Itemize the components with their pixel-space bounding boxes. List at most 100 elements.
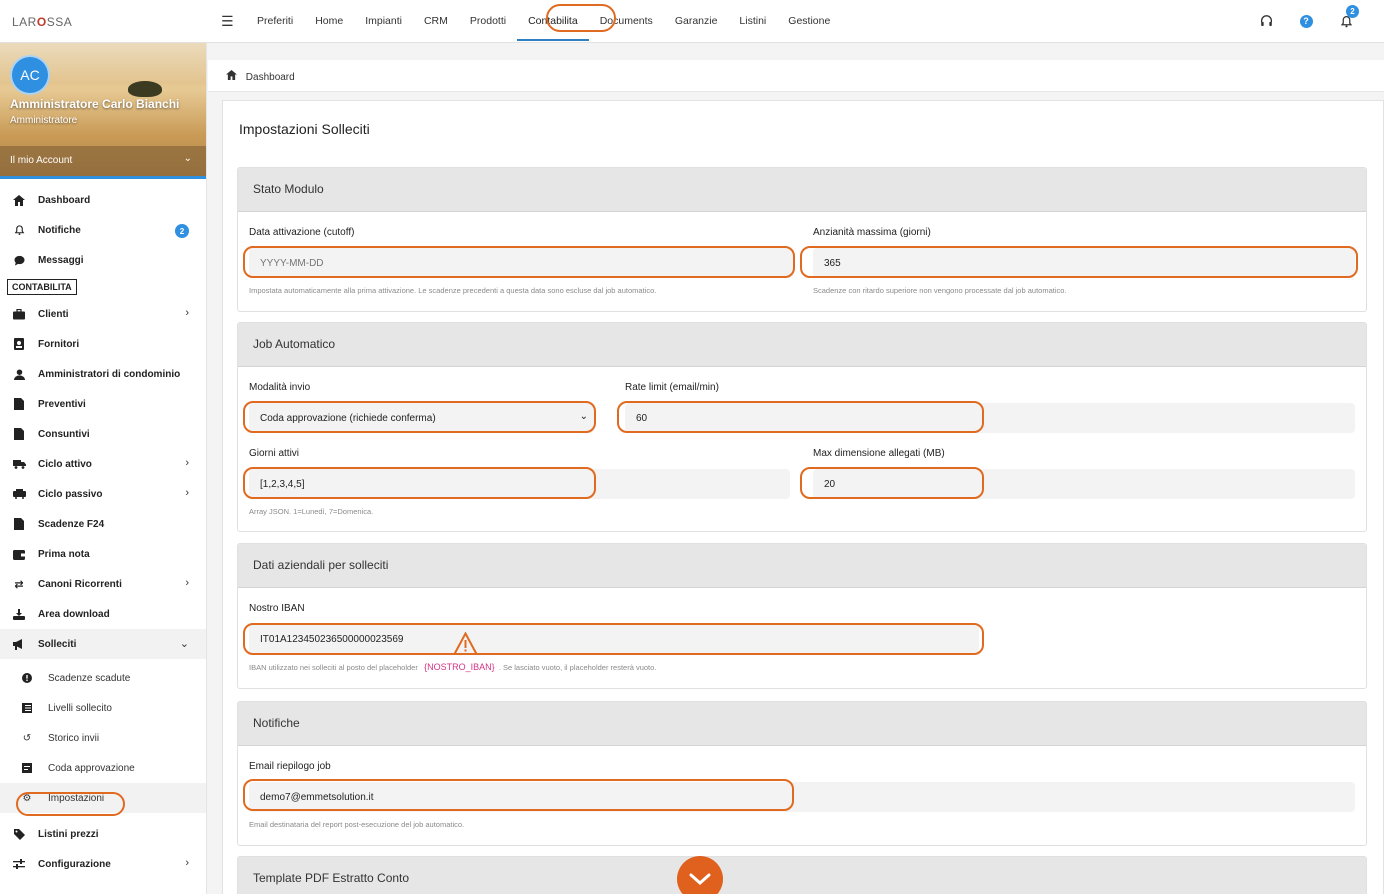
sidebar-item-amministratori[interactable]: Amministratori di condominio [0, 359, 206, 389]
nav-home[interactable]: Home [304, 0, 354, 41]
bell-icon [12, 224, 26, 236]
chevron-right-icon: › [185, 307, 189, 319]
sidebar-subitem-livelli-sollecito[interactable]: Livelli sollecito [0, 693, 206, 723]
chevron-right-icon: › [185, 577, 189, 589]
max-age-help: Scadenze con ritardo superiore non vengo… [813, 286, 1067, 295]
panel-heading: Job Automatico [238, 323, 1366, 367]
iban-placeholder-code: {NOSTRO_IBAN} [424, 662, 495, 672]
sidebar-item-consuntivi[interactable]: Consuntivi [0, 419, 206, 449]
breadcrumb-dashboard[interactable]: Dashboard [246, 72, 295, 83]
avatar[interactable]: AC [10, 55, 50, 95]
cutoff-date-input[interactable] [249, 248, 794, 278]
hamburger-icon[interactable]: ☰ [221, 13, 234, 30]
iban-label: Nostro IBAN [249, 603, 305, 614]
sidebar-item-configurazione[interactable]: Configurazione › [0, 849, 206, 879]
sidebar-item-label: Listini prezzi [38, 828, 99, 840]
sidebar-item-label: Prima nota [38, 548, 90, 560]
sidebar-item-label: Consuntivi [38, 428, 90, 440]
profile-background-tree [128, 81, 162, 97]
sidebar-subitem-impostazioni[interactable]: ⚙ Impostazioni [0, 783, 206, 813]
attachment-size-input[interactable]: 20 [813, 469, 1355, 499]
nav-crm[interactable]: CRM [413, 0, 459, 41]
briefcase-icon [12, 308, 26, 320]
scroll-down-button[interactable] [677, 856, 723, 894]
queue-icon [20, 763, 34, 773]
sidebar-item-label: Ciclo attivo [38, 458, 92, 470]
nav-prodotti[interactable]: Prodotti [459, 0, 517, 41]
sidebar-item-fornitori[interactable]: Fornitori [0, 329, 206, 359]
nav-contabilita[interactable]: Contabilita [517, 0, 589, 41]
iban-help-text: . Se lasciato vuoto, il placeholder rest… [498, 663, 657, 672]
help-button[interactable]: ? [1286, 8, 1326, 34]
profile-role: Amministratore [10, 115, 78, 126]
chevron-down-icon: ⌄ [183, 153, 192, 164]
nav-listini[interactable]: Listini [728, 0, 777, 41]
chevron-right-icon: › [185, 487, 189, 499]
sidebar-subitem-label: Impostazioni [48, 792, 105, 804]
headset-icon[interactable] [1246, 8, 1286, 34]
sidebar-item-area-download[interactable]: Area download [0, 599, 206, 629]
email-label: Email riepilogo job [249, 761, 331, 772]
sidebar-item-label: Solleciti [38, 638, 77, 650]
sidebar-item-scadenze-f24[interactable]: Scadenze F24 [0, 509, 206, 539]
active-days-input[interactable]: [1,2,3,4,5] [249, 469, 790, 499]
download-icon [12, 608, 26, 620]
sidebar-item-notifiche[interactable]: Notifiche 2 [0, 215, 206, 245]
sidebar-item-label: Clienti [38, 308, 69, 320]
sidebar-item-solleciti[interactable]: Solleciti ⌄ [0, 629, 206, 659]
panel-template-pdf: Template PDF Estratto Conto [237, 856, 1367, 894]
nav-documents[interactable]: Documents [589, 0, 664, 41]
nav-garanzie[interactable]: Garanzie [664, 0, 729, 41]
sidebar-item-dashboard[interactable]: Dashboard [0, 185, 206, 215]
sidebar-item-ciclo-attivo[interactable]: Ciclo attivo › [0, 449, 206, 479]
iban-help-text: IBAN utilizzato nei solleciti al posto d… [249, 663, 418, 672]
sidebar-subitem-coda-approvazione[interactable]: Coda approvazione [0, 753, 206, 783]
profile-card: AC Amministratore Carlo Bianchi Amminist… [0, 43, 206, 179]
sidebar-subitem-storico-invii[interactable]: ↺ Storico invii [0, 723, 206, 753]
megaphone-icon [12, 638, 26, 650]
tag-icon [12, 828, 26, 840]
alert-circle-icon [20, 673, 34, 683]
home-icon[interactable] [226, 70, 237, 83]
chat-icon [12, 255, 26, 266]
sidebar-item-label: Ciclo passivo [38, 488, 103, 500]
app-logo[interactable]: LAROSSA [12, 15, 72, 29]
nav-preferiti[interactable]: Preferiti [246, 0, 304, 41]
panel-heading: Stato Modulo [238, 168, 1366, 212]
nav-impianti[interactable]: Impianti [354, 0, 413, 41]
logo-text: O [36, 15, 47, 29]
sidebar-subitem-scadenze-scadute[interactable]: Scadenze scadute [0, 663, 206, 693]
max-age-input[interactable]: 365 [813, 248, 1355, 278]
sidebar-item-messaggi[interactable]: Messaggi [0, 245, 206, 275]
history-icon: ↺ [22, 732, 32, 744]
mode-select[interactable]: Coda approvazione (richiede conferma) ⌄ [249, 403, 594, 433]
sidebar-item-clienti[interactable]: Clienti › [0, 299, 206, 329]
main-nav: Preferiti Home Impianti CRM Prodotti Con… [246, 0, 841, 43]
sidebar-item-listini-prezzi[interactable]: Listini prezzi [0, 819, 206, 849]
sidebar-subitem-label: Scadenze scadute [48, 672, 131, 684]
settings-card: Impostazioni Solleciti Stato Modulo Data… [222, 100, 1384, 894]
notifications-button[interactable]: 2 [1326, 5, 1366, 34]
sidebar-menu: Dashboard Notifiche 2 Messaggi CONTABILI… [0, 179, 206, 659]
section-label-contabilita: CONTABILITA [7, 279, 77, 295]
repeat-icon: ⇄ [14, 578, 24, 591]
sidebar-item-preventivi[interactable]: Preventivi [0, 389, 206, 419]
rate-limit-input[interactable]: 60 [625, 403, 1355, 433]
cutoff-label: Data attivazione (cutoff) [249, 227, 355, 238]
sidebar-item-ciclo-passivo[interactable]: Ciclo passivo › [0, 479, 206, 509]
sidebar-item-prima-nota[interactable]: Prima nota [0, 539, 206, 569]
chevron-down-icon: ⌄ [179, 638, 189, 650]
panel-dati-aziendali: Dati aziendali per solleciti Nostro IBAN… [237, 543, 1367, 689]
sidebar-item-canoni-ricorrenti[interactable]: ⇄ Canoni Ricorrenti › [0, 569, 206, 599]
iban-input[interactable]: IT01A1234502365000000235​69 [249, 624, 979, 654]
id-card-icon [12, 338, 26, 350]
email-input[interactable]: demo7@emmetsolution.it [249, 782, 1355, 812]
sidebar-item-label: Scadenze F24 [38, 518, 105, 530]
sidebar-subitem-label: Livelli sollecito [48, 702, 112, 714]
active-days-help: Array JSON. 1=Lunedì, 7=Domenica. [249, 507, 374, 516]
my-account-toggle[interactable]: Il mio Account ⌄ [0, 146, 206, 176]
cutoff-help: Impostata automaticamente alla prima att… [249, 286, 657, 295]
sidebar-item-label: Dashboard [38, 194, 91, 206]
nav-gestione[interactable]: Gestione [777, 0, 841, 41]
sidebar-subitem-label: Coda approvazione [48, 762, 135, 774]
